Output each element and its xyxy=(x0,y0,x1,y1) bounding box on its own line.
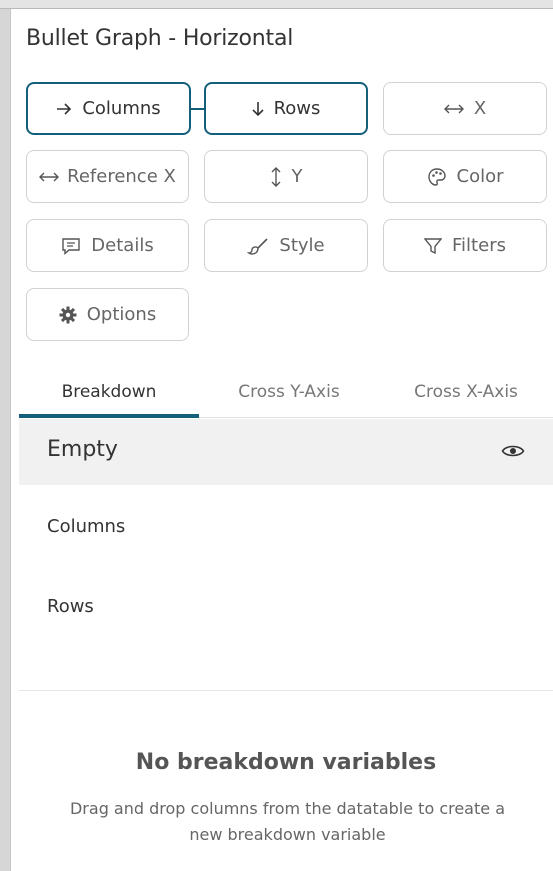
tab-breakdown[interactable]: Breakdown xyxy=(19,365,199,418)
active-tab-indicator xyxy=(19,414,199,418)
gear-icon xyxy=(59,306,77,324)
tab-cross-x-axis[interactable]: Cross X-Axis xyxy=(379,365,553,418)
arrow-right-icon xyxy=(56,102,72,115)
x-button[interactable]: X xyxy=(383,82,547,135)
reference-x-button-label: Reference X xyxy=(67,166,176,187)
tab-cross-y-axis[interactable]: Cross Y-Axis xyxy=(199,365,379,418)
reference-x-button[interactable]: Reference X xyxy=(26,150,189,203)
style-button-label: Style xyxy=(279,235,325,256)
color-button-label: Color xyxy=(456,166,504,187)
style-button[interactable]: Style xyxy=(204,219,368,272)
arrow-left-right-icon xyxy=(39,171,60,183)
details-button-label: Details xyxy=(91,235,154,256)
filters-button-label: Filters xyxy=(452,235,506,256)
eye-icon[interactable] xyxy=(501,441,525,461)
empty-label: Empty xyxy=(47,437,118,462)
columns-button-label: Columns xyxy=(82,98,161,119)
breakdown-tabs: Breakdown Cross Y-Axis Cross X-Axis xyxy=(19,365,553,418)
rows-label: Rows xyxy=(47,596,94,617)
rows-button-label: Rows xyxy=(273,98,321,119)
rows-button[interactable]: Rows xyxy=(204,82,368,135)
filters-button[interactable]: Filters xyxy=(383,219,547,272)
empty-state-title: No breakdown variables xyxy=(135,750,437,775)
section-divider xyxy=(19,690,553,691)
arrow-left-right-icon xyxy=(443,103,464,115)
options-button-label: Options xyxy=(86,304,157,325)
filter-icon xyxy=(424,237,443,255)
brush-icon xyxy=(247,237,269,255)
columns-label: Columns xyxy=(47,516,126,537)
message-icon xyxy=(61,237,81,255)
arrow-up-down-icon xyxy=(270,166,282,187)
y-button[interactable]: Y xyxy=(204,150,368,203)
window-top-bar xyxy=(0,0,553,9)
arrow-down-icon xyxy=(252,101,264,117)
columns-rows-connector xyxy=(191,108,205,110)
color-button[interactable]: Color xyxy=(383,150,547,203)
empty-state-description: Drag and drop columns from the datatable… xyxy=(69,799,505,844)
palette-icon xyxy=(427,167,447,187)
x-button-label: X xyxy=(473,98,487,119)
page-title: Bullet Graph - Horizontal xyxy=(26,26,294,51)
details-button[interactable]: Details xyxy=(26,219,189,272)
options-button[interactable]: Options xyxy=(26,288,189,341)
y-button-label: Y xyxy=(291,166,303,187)
breakdown-empty-row[interactable]: Empty xyxy=(19,419,553,485)
columns-button[interactable]: Columns xyxy=(26,82,191,135)
